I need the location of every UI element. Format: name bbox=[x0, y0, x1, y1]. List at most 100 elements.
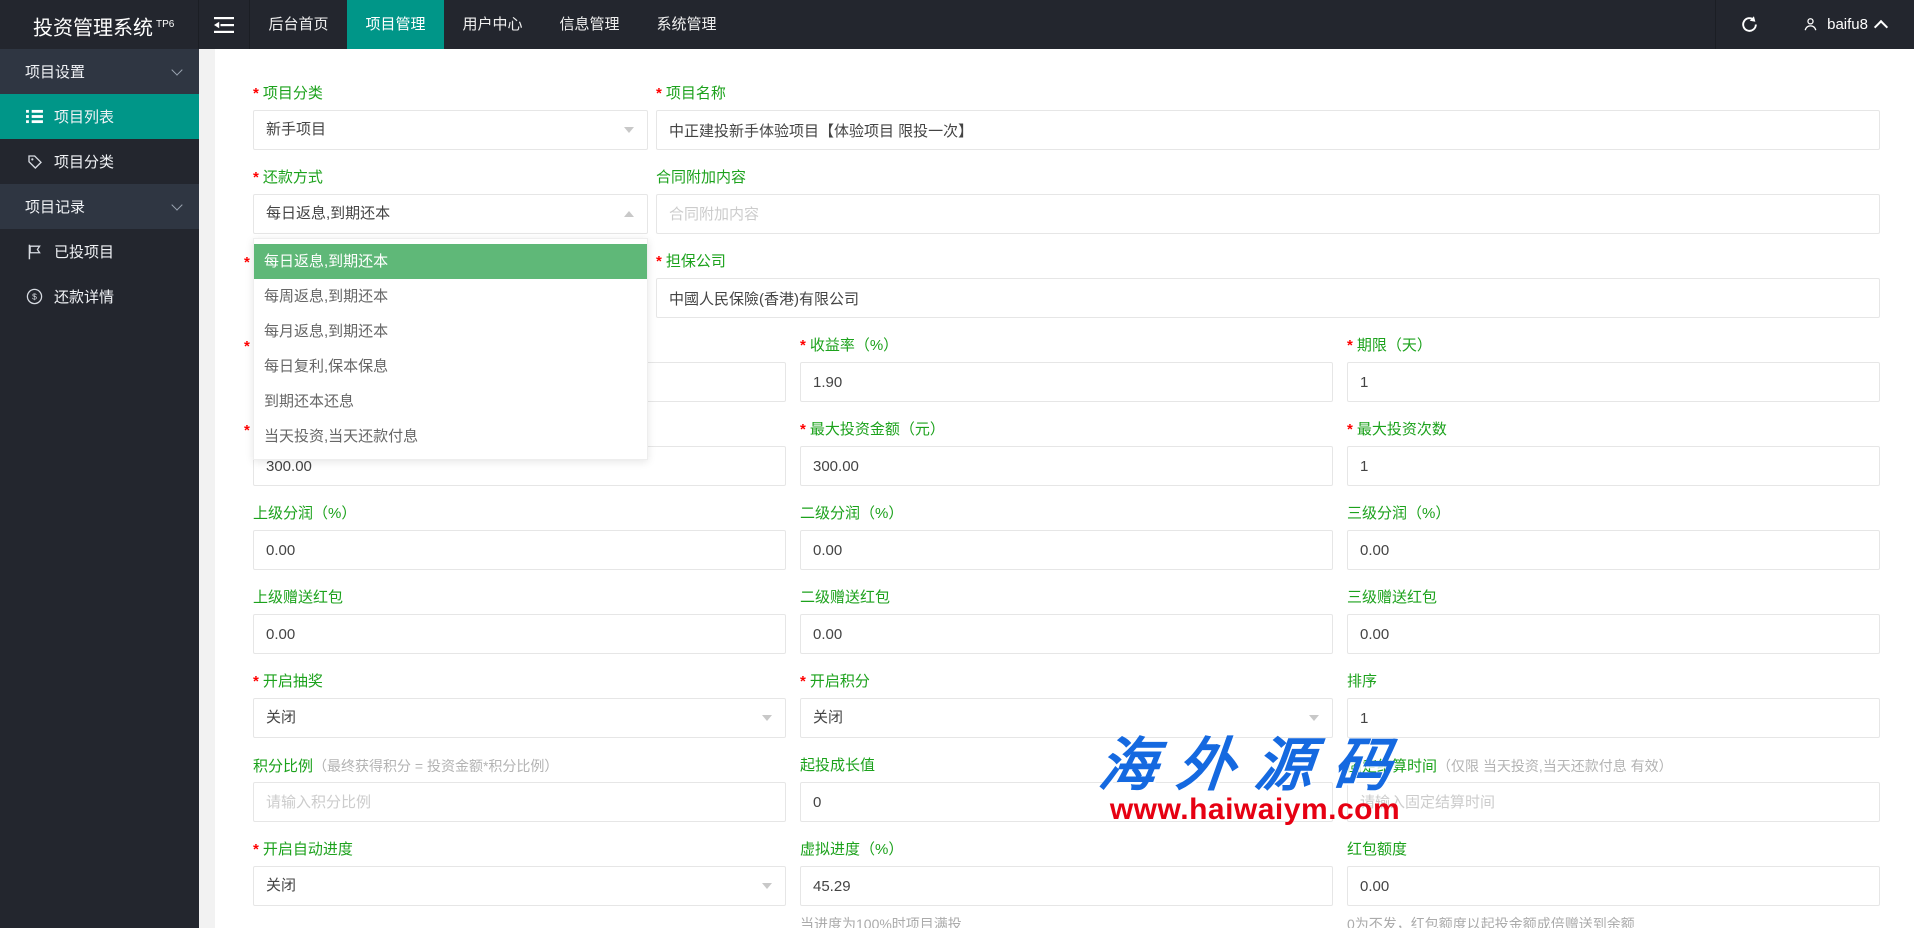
required-star bbox=[253, 673, 263, 690]
field-redpacket-level3: 三级赠送红包 bbox=[1347, 588, 1880, 654]
field-label: 开启自动进度 bbox=[253, 840, 786, 860]
field-hint: 0为不发，红包额度以起投金额成倍赠送到余额 bbox=[1347, 914, 1880, 928]
main-nav: 后台首页 项目管理 用户中心 信息管理 系统管理 bbox=[250, 0, 735, 49]
field-points-switch: 开启积分 关闭 bbox=[800, 672, 1333, 738]
tab-information[interactable]: 信息管理 bbox=[541, 0, 638, 49]
tab-home[interactable]: 后台首页 bbox=[250, 0, 347, 49]
max-amount-input[interactable] bbox=[800, 446, 1333, 486]
field-lottery: 开启抽奖 关闭 bbox=[253, 672, 786, 738]
profit-level2-input[interactable] bbox=[800, 530, 1333, 570]
menu-toggle-icon[interactable] bbox=[199, 0, 250, 49]
redpacket-level3-input[interactable] bbox=[1347, 614, 1880, 654]
select-value: 新手项目 bbox=[266, 121, 326, 138]
field-profit-level3: 三级分润（%） bbox=[1347, 504, 1880, 570]
field-auto-progress: 开启自动进度 关闭 bbox=[253, 840, 786, 928]
project-category-select[interactable]: 新手项目 bbox=[253, 110, 648, 150]
lottery-select[interactable]: 关闭 bbox=[253, 698, 786, 738]
field-label: 二级赠送红包 bbox=[800, 588, 1333, 608]
profit-level1-input[interactable] bbox=[253, 530, 786, 570]
field-label: 固定结算时间（仅限 当天投资,当天还款付息 有效） bbox=[1347, 756, 1880, 776]
repay-method-select[interactable]: 每日返息,到期还本 bbox=[253, 194, 648, 234]
growth-value-input[interactable] bbox=[800, 782, 1333, 822]
field-label: 担保公司 bbox=[656, 252, 1880, 272]
sidebar-item-invested-projects[interactable]: 已投项目 bbox=[0, 229, 199, 274]
field-repay-method: 还款方式 每日返息,到期还本 bbox=[253, 168, 648, 234]
field-label: 二级分润（%） bbox=[800, 504, 1333, 524]
guarantee-company-input[interactable] bbox=[656, 278, 1880, 318]
field-max-amount: 最大投资金额（元） bbox=[800, 420, 1333, 486]
field-label: 红包额度 bbox=[1347, 840, 1880, 860]
sort-input[interactable] bbox=[1347, 698, 1880, 738]
sidebar-group-project-records[interactable]: 项目记录 bbox=[0, 184, 199, 229]
chevron-down-icon bbox=[762, 715, 772, 721]
field-label: 最大投资金额（元） bbox=[800, 420, 1333, 440]
points-select[interactable]: 关闭 bbox=[800, 698, 1333, 738]
select-value: 关闭 bbox=[266, 709, 296, 726]
dropdown-option[interactable]: 每周返息,到期还本 bbox=[254, 279, 647, 314]
required-star: * bbox=[244, 254, 250, 271]
max-times-input[interactable] bbox=[1347, 446, 1880, 486]
select-value: 关闭 bbox=[266, 877, 296, 894]
field-label: 三级赠送红包 bbox=[1347, 588, 1880, 608]
redpacket-level1-input[interactable] bbox=[253, 614, 786, 654]
tab-system[interactable]: 系统管理 bbox=[638, 0, 735, 49]
chevron-down-icon bbox=[762, 883, 772, 889]
points-ratio-input[interactable] bbox=[253, 782, 786, 822]
fixed-settle-time-input[interactable] bbox=[1347, 782, 1880, 822]
sidebar-group-label: 项目记录 bbox=[25, 196, 85, 217]
field-label: 起投成长值 bbox=[800, 756, 1333, 776]
sidebar: 项目设置 项目列表 项目分类 项目记录 bbox=[0, 49, 199, 928]
project-name-input[interactable] bbox=[656, 110, 1880, 150]
field-label: 积分比例（最终获得积分 = 投资金额*积分比例） bbox=[253, 756, 786, 776]
sidebar-item-label: 项目列表 bbox=[54, 106, 114, 127]
refresh-button[interactable] bbox=[1715, 0, 1782, 49]
chevron-up-icon bbox=[624, 211, 634, 217]
dropdown-option[interactable]: 每日返息,到期还本 bbox=[254, 244, 647, 279]
field-project-name: 项目名称 bbox=[656, 84, 1880, 150]
dropdown-option[interactable]: 到期还本还息 bbox=[254, 384, 647, 419]
profit-level3-input[interactable] bbox=[1347, 530, 1880, 570]
field-label: 收益率（%） bbox=[800, 336, 1333, 356]
dropdown-option[interactable]: 当天投资,当天还款付息 bbox=[254, 419, 647, 454]
tab-project-management[interactable]: 项目管理 bbox=[347, 0, 444, 49]
required-star bbox=[1347, 337, 1357, 354]
rate-input[interactable] bbox=[800, 362, 1333, 402]
redpacket-amount-input[interactable] bbox=[1347, 866, 1880, 906]
field-growth-value: 起投成长值 bbox=[800, 756, 1333, 822]
field-label: 开启积分 bbox=[800, 672, 1333, 692]
app-title: 投资管理系统TP6 bbox=[0, 0, 199, 49]
field-fixed-settle-time: 固定结算时间（仅限 当天投资,当天还款付息 有效） bbox=[1347, 756, 1880, 822]
dropdown-option[interactable]: 每月返息,到期还本 bbox=[254, 314, 647, 349]
redpacket-level2-input[interactable] bbox=[800, 614, 1333, 654]
field-redpacket-amount: 红包额度 0为不发，红包额度以起投金额成倍赠送到余额 bbox=[1347, 840, 1880, 928]
sidebar-item-repayment-details[interactable]: $ 还款详情 bbox=[0, 274, 199, 319]
auto-progress-select[interactable]: 关闭 bbox=[253, 866, 786, 906]
required-star bbox=[656, 253, 666, 270]
required-star bbox=[253, 841, 263, 858]
field-profit-level2: 二级分润（%） bbox=[800, 504, 1333, 570]
sidebar-item-project-category[interactable]: 项目分类 bbox=[0, 139, 199, 184]
field-redpacket-level2: 二级赠送红包 bbox=[800, 588, 1333, 654]
sidebar-item-label: 项目分类 bbox=[54, 151, 114, 172]
hamburger-icon bbox=[214, 17, 234, 33]
project-edit-form: 项目分类 新手项目 项目名称 还款方式 每日返息,到期还本 合 bbox=[215, 49, 1914, 928]
field-label: 最大投资次数 bbox=[1347, 420, 1880, 440]
tab-user-center[interactable]: 用户中心 bbox=[444, 0, 541, 49]
field-label: 三级分润（%） bbox=[1347, 504, 1880, 524]
dropdown-option[interactable]: 每日复利,保本保息 bbox=[254, 349, 647, 384]
user-menu[interactable]: baifu8 bbox=[1782, 0, 1914, 49]
sidebar-group-project-settings[interactable]: 项目设置 bbox=[0, 49, 199, 94]
field-guarantee-company: 担保公司 bbox=[656, 252, 1880, 318]
required-star: * bbox=[244, 422, 250, 439]
field-label: 虚拟进度（%） bbox=[800, 840, 1333, 860]
sidebar-item-project-list[interactable]: 项目列表 bbox=[0, 94, 199, 139]
app-title-badge: TP6 bbox=[156, 19, 174, 30]
field-profit-level1: 上级分润（%） bbox=[253, 504, 786, 570]
contract-extra-input[interactable] bbox=[656, 194, 1880, 234]
flag-icon bbox=[25, 244, 44, 260]
repay-method-dropdown: 每日返息,到期还本 每周返息,到期还本 每月返息,到期还本 每日复利,保本保息 … bbox=[253, 238, 648, 460]
chevron-down-icon bbox=[624, 127, 634, 133]
virtual-progress-input[interactable] bbox=[800, 866, 1333, 906]
required-star bbox=[253, 85, 263, 102]
term-input[interactable] bbox=[1347, 362, 1880, 402]
